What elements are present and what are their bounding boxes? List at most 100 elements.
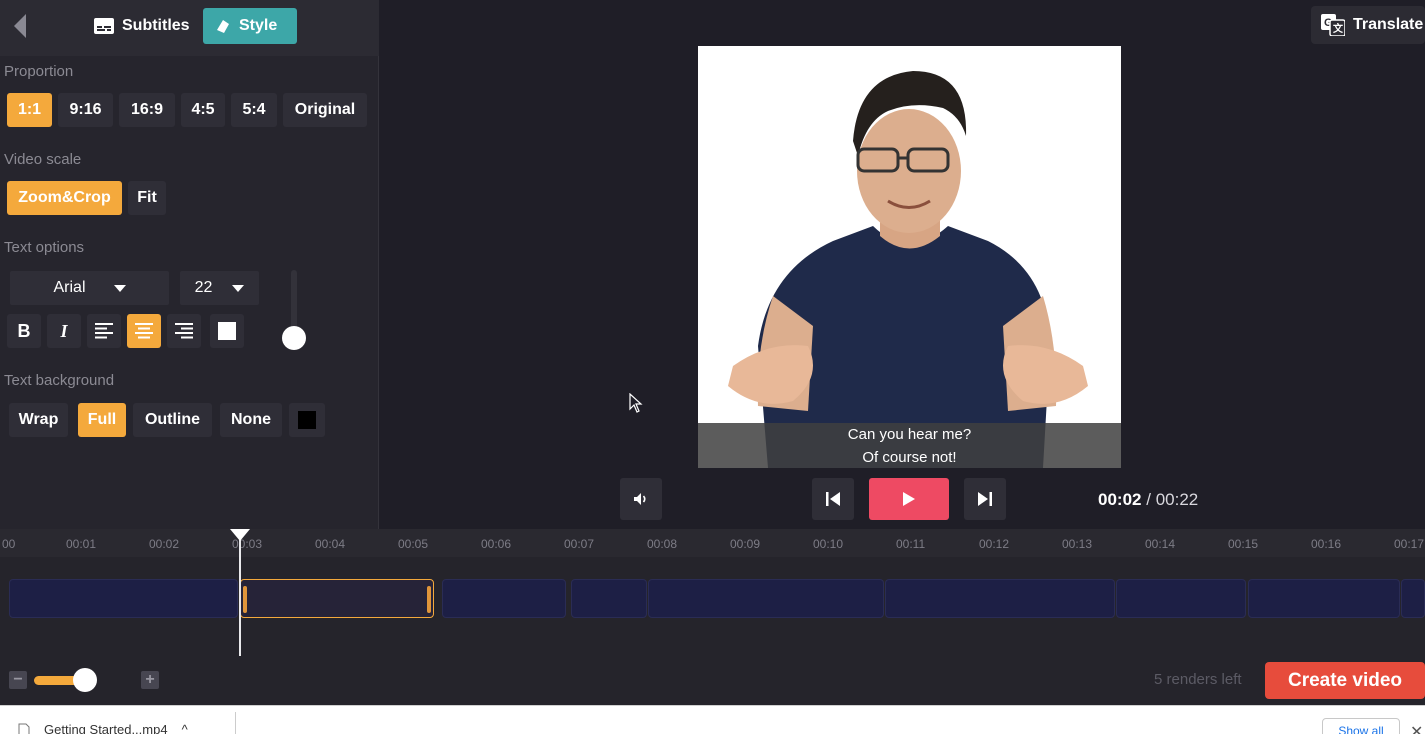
presenter-image <box>698 46 1121 468</box>
proportion-1-1-button[interactable]: 1:1 <box>7 93 52 127</box>
volume-button[interactable] <box>620 478 662 520</box>
timeline-tick: 00:02 <box>149 537 180 551</box>
shelf-divider <box>235 712 236 734</box>
create-video-button[interactable]: Create video <box>1265 662 1425 699</box>
outline-button[interactable]: Outline <box>133 403 212 437</box>
text-color-button[interactable] <box>210 314 244 348</box>
full-button[interactable]: Full <box>78 403 126 437</box>
text-size-slider-handle[interactable] <box>282 326 306 350</box>
bold-button[interactable]: B <box>7 314 41 348</box>
subtitle-line-1: Can you hear me? <box>847 425 972 443</box>
translate-label: Translate <box>1353 16 1424 33</box>
timeline-tick: 00:08 <box>647 537 678 551</box>
timeline-tick: 00:17 <box>1394 537 1425 551</box>
next-button[interactable] <box>964 478 1006 520</box>
text-color-swatch <box>218 322 236 340</box>
font-select[interactable]: Arial <box>10 271 169 305</box>
subtitle-clip[interactable] <box>1248 579 1400 618</box>
text-options-label: Text options <box>4 239 85 256</box>
video-preview[interactable]: Can you hear me? Of course not! <box>698 46 1121 468</box>
subtitle-clip[interactable] <box>1401 579 1425 618</box>
align-center-button[interactable] <box>127 314 161 348</box>
tab-subtitles[interactable]: Subtitles <box>82 8 202 44</box>
total-time: 00:22 <box>1155 490 1199 509</box>
zoom-out-button[interactable]: − <box>9 671 27 689</box>
download-file-name: Getting Started...mp4 <box>44 722 168 734</box>
proportion-9-16-button[interactable]: 9:16 <box>58 93 113 127</box>
style-panel: Subtitles Style Proportion 1:1 9:16 16:9… <box>0 0 379 529</box>
time-display: 00:02 / 00:22 <box>1098 490 1198 510</box>
clip-end-handle[interactable] <box>427 586 431 613</box>
bold-label: B <box>17 320 31 341</box>
playhead-handle-icon[interactable] <box>230 529 250 541</box>
timeline-tick: 00:12 <box>979 537 1010 551</box>
subtitle-clip[interactable] <box>571 579 647 618</box>
play-button[interactable] <box>869 478 949 520</box>
subtitle-clip[interactable] <box>1116 579 1246 618</box>
align-left-icon <box>95 323 113 339</box>
chevron-down-icon <box>113 284 126 292</box>
tab-subtitles-label: Subtitles <box>122 17 190 34</box>
close-icon[interactable]: ✕ <box>1410 722 1423 734</box>
subtitles-icon <box>94 18 114 34</box>
tab-style[interactable]: Style <box>203 8 297 44</box>
translate-button[interactable]: G 文 Translate <box>1311 6 1425 44</box>
background-color-button[interactable] <box>289 403 325 437</box>
italic-label: I <box>60 320 68 341</box>
timeline-tick: 00:09 <box>730 537 761 551</box>
subtitle-track <box>0 557 1425 657</box>
previous-button[interactable] <box>812 478 854 520</box>
align-center-icon <box>135 323 153 339</box>
skip-forward-icon <box>978 492 992 506</box>
subtitle-clip[interactable] <box>885 579 1115 618</box>
subtitle-clip[interactable] <box>442 579 566 618</box>
timeline-tick: 00:01 <box>66 537 97 551</box>
font-select-value: Arial <box>53 279 86 296</box>
timeline-tick: 00:10 <box>813 537 844 551</box>
zoom-in-button[interactable]: + <box>141 671 159 689</box>
timeline-ruler[interactable]: 00 00:01 00:02 00:03 00:04 00:05 00:06 0… <box>0 529 1425 557</box>
subtitle-clip[interactable] <box>9 579 238 618</box>
align-right-button[interactable] <box>167 314 201 348</box>
align-left-button[interactable] <box>87 314 121 348</box>
timeline-tick: 00:14 <box>1145 537 1176 551</box>
subtitle-clip[interactable] <box>648 579 884 618</box>
subtitle-overlay[interactable]: Can you hear me? Of course not! <box>698 423 1121 468</box>
show-all-button[interactable]: Show all <box>1322 718 1400 734</box>
proportion-original-button[interactable]: Original <box>283 93 367 127</box>
svg-text:文: 文 <box>1333 22 1344 35</box>
subtitle-clip-selected[interactable] <box>240 579 434 618</box>
download-chevron-icon[interactable]: ^ <box>182 722 188 734</box>
skip-back-icon <box>826 492 840 506</box>
file-icon <box>18 723 30 734</box>
proportion-16-9-button[interactable]: 16:9 <box>119 93 175 127</box>
clip-start-handle[interactable] <box>243 586 247 613</box>
download-item[interactable]: Getting Started...mp4 ^ <box>18 722 188 734</box>
subtitle-line-2: Of course not! <box>862 448 957 466</box>
wrap-button[interactable]: Wrap <box>9 403 68 437</box>
fit-button[interactable]: Fit <box>128 181 166 215</box>
timeline-tick: 00:05 <box>398 537 429 551</box>
play-icon <box>903 492 915 506</box>
proportion-5-4-button[interactable]: 5:4 <box>231 93 277 127</box>
none-button[interactable]: None <box>220 403 282 437</box>
zoom-crop-button[interactable]: Zoom&Crop <box>7 181 122 215</box>
timeline-tick: 00:13 <box>1062 537 1093 551</box>
download-shelf: Getting Started...mp4 ^ Show all ✕ <box>0 705 1425 734</box>
time-separator: / <box>1146 490 1151 509</box>
font-size-select[interactable]: 22 <box>180 271 259 305</box>
volume-icon <box>634 493 646 505</box>
timeline-tick: 00:11 <box>896 537 926 551</box>
timeline-tick: 00:07 <box>564 537 595 551</box>
current-time: 00:02 <box>1098 490 1142 509</box>
back-arrow-icon[interactable] <box>10 12 30 40</box>
italic-button[interactable]: I <box>47 314 81 348</box>
text-background-label: Text background <box>4 372 115 389</box>
proportion-4-5-button[interactable]: 4:5 <box>181 93 225 127</box>
playhead[interactable] <box>239 537 241 656</box>
style-brush-icon <box>217 20 229 33</box>
background-color-swatch <box>298 411 316 429</box>
align-right-icon <box>175 323 193 339</box>
timeline-tick: 00:16 <box>1311 537 1342 551</box>
timeline-zoom-handle[interactable] <box>73 668 97 692</box>
